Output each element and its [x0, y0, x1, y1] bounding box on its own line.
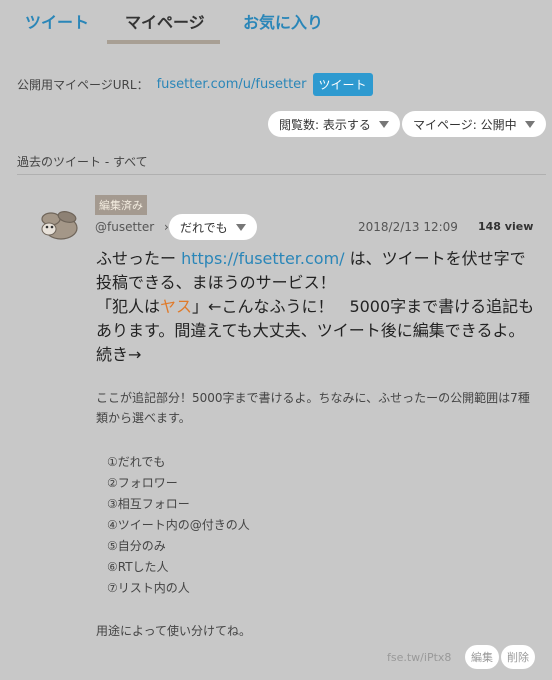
- post-body-text: 「犯人は: [96, 297, 161, 316]
- chevron-down-icon: [235, 223, 246, 231]
- divider: [17, 174, 546, 175]
- list-item: ②フォロワー: [107, 476, 178, 490]
- chevron-down-icon: [378, 120, 389, 128]
- tab-favorites[interactable]: お気に入り: [243, 9, 323, 33]
- short-link[interactable]: fse.tw/iPtx8: [387, 651, 451, 664]
- mypage-dropdown-label: マイページ: 公開中: [413, 117, 517, 132]
- mypage-dropdown[interactable]: マイページ: 公開中: [402, 111, 546, 137]
- list-item: ④ツイート内の@付きの人: [107, 518, 250, 532]
- edited-badge: 編集済み: [95, 195, 147, 215]
- list-item: ⑥RTした人: [107, 560, 169, 574]
- post-date: 2018/2/13 12:09: [358, 220, 458, 234]
- public-url-row: 公開用マイページURL： fusetter.com/u/fusetter ツイー…: [17, 72, 373, 96]
- tab-mypage[interactable]: マイページ: [125, 9, 205, 33]
- hidden-text-highlight: ヤス: [160, 297, 193, 316]
- post-addendum: ここが追記部分！5000字まで書けるよ。ちなみに、ふせったーの公開範囲は7種類か…: [96, 391, 530, 425]
- list-item: ③相互フォロー: [107, 497, 190, 511]
- chevron-down-icon: [524, 120, 535, 128]
- audience-dropdown[interactable]: だれでも: [169, 214, 257, 240]
- view-count: 148 view: [478, 220, 534, 233]
- public-url-label: 公開用マイページURL：: [17, 77, 149, 92]
- post-body: ふせったー https://fusetter.com/ は、ツイートを伏せ字で投…: [96, 247, 536, 367]
- tab-bar: ツイート マイページ お気に入り: [0, 0, 552, 44]
- active-tab-indicator: [107, 40, 220, 44]
- post-closing: 用途によって使い分けてね。: [96, 624, 252, 638]
- avatar: [41, 211, 78, 240]
- list-item: ⑤自分のみ: [107, 539, 166, 553]
- section-title: 過去のツイート - すべて: [17, 155, 148, 169]
- tab-tweet[interactable]: ツイート: [25, 9, 89, 33]
- list-item: ⑦リスト内の人: [107, 581, 190, 595]
- post-body-text: ふせったー: [96, 249, 182, 268]
- tweet-url-button[interactable]: ツイート: [312, 72, 373, 96]
- public-url-link[interactable]: fusetter.com/u/fusetter: [157, 77, 307, 92]
- views-dropdown[interactable]: 閲覧数: 表示する: [268, 111, 400, 137]
- list-item: ①だれでも: [107, 455, 166, 469]
- views-dropdown-label: 閲覧数: 表示する: [279, 117, 371, 132]
- delete-button[interactable]: 削除: [501, 645, 535, 669]
- username[interactable]: @fusetter: [95, 220, 154, 234]
- audience-dropdown-label: だれでも: [180, 220, 228, 235]
- edit-button[interactable]: 編集: [465, 645, 499, 669]
- audience-list: ①だれでも ②フォロワー ③相互フォロー ④ツイート内の@付きの人 ⑤自分のみ …: [107, 452, 250, 599]
- post-body-link[interactable]: https://fusetter.com/: [181, 249, 344, 268]
